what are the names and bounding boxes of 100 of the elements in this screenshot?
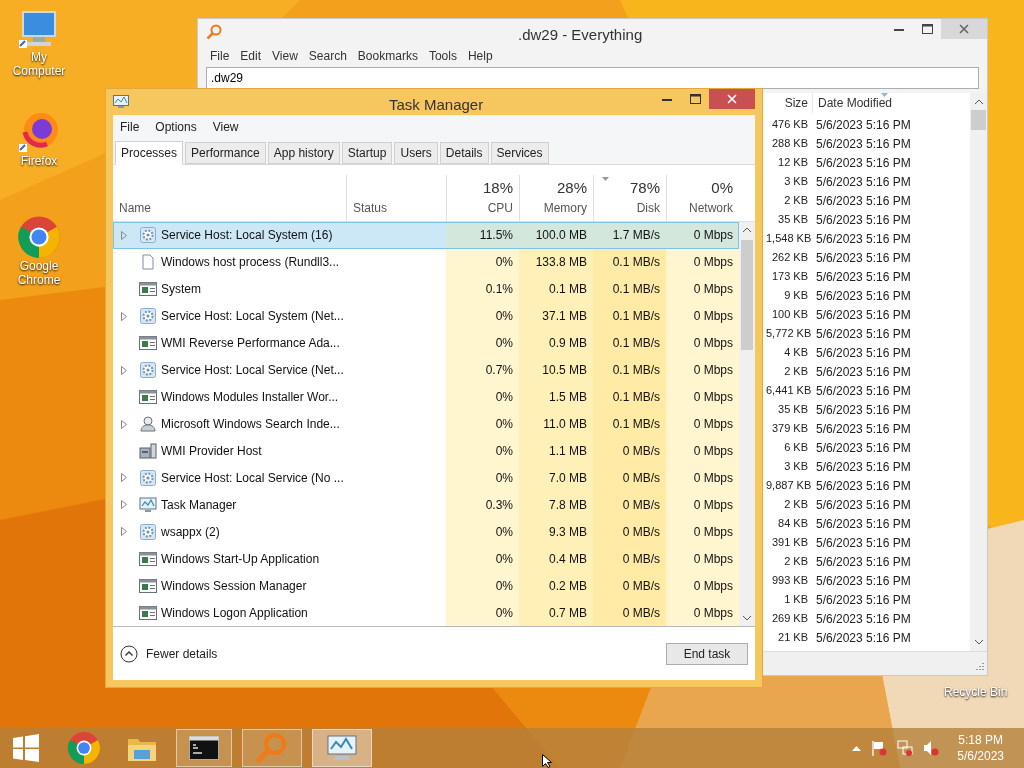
mouse-cursor-icon — [542, 754, 554, 768]
process-row[interactable]: Windows Start-Up Application 0% 0.4 MB 0 MB/s 0 Mbps — [113, 545, 739, 573]
process-row[interactable]: Service Host: Local Service (Net... 0.7% 10.5 MB 0.1 MB/s 0 Mbps — [113, 356, 739, 384]
column-header[interactable]: 0% Network — [666, 175, 739, 221]
process-row[interactable]: wsappx (2) 0% 9.3 MB 0 MB/s 0 Mbps — [113, 518, 739, 546]
muted-speaker-icon[interactable] — [923, 740, 940, 756]
metric-cell-text: 0.2 MB — [549, 577, 587, 595]
tab[interactable]: Services — [490, 142, 549, 164]
network-icon[interactable] — [897, 740, 914, 756]
tab[interactable]: Users — [394, 142, 438, 164]
taskbar-button[interactable] — [176, 729, 232, 767]
search-field[interactable]: .dw29 — [206, 67, 979, 89]
size-cell-text: 262 KB — [770, 250, 809, 266]
date-cell-text: 5/6/2023 5:16 PM — [815, 325, 911, 343]
tab[interactable]: Startup — [341, 142, 393, 164]
flag-icon[interactable] — [871, 740, 888, 756]
process-row[interactable]: Service Host: Local System (Net... 0% 37.1 MB 0.1 MB/s 0 Mbps — [113, 302, 739, 330]
metric-cell-text: 0 Mbps — [693, 416, 733, 434]
window-icon — [139, 605, 157, 620]
metric-cell-text: 0.9 MB — [549, 335, 587, 353]
menu-item[interactable]: Edit — [240, 47, 262, 65]
window-icon — [139, 336, 157, 351]
metric-cell-text: 0.1% — [485, 281, 513, 299]
size-cell-text: 6,441 KB — [766, 383, 810, 399]
process-row[interactable]: Task Manager 0.3% 7.8 MB 0 MB/s 0 Mbps — [113, 491, 739, 519]
metric-cell-text: 0% — [495, 254, 513, 272]
expand-arrow-icon[interactable] — [121, 473, 127, 483]
size-cell-text: 9,887 KB — [766, 478, 810, 494]
size-cell-text: 2 KB — [783, 364, 809, 380]
metric-cell-text: 0 Mbps — [693, 335, 733, 353]
scrollbar[interactable] — [970, 93, 987, 651]
caret-up-icon[interactable] — [852, 745, 862, 751]
menu-item[interactable]: Search — [308, 47, 347, 65]
tab[interactable]: App history — [267, 142, 340, 164]
end-task-button[interactable]: End task — [666, 642, 748, 665]
menu-item[interactable]: View — [212, 118, 239, 136]
process-row[interactable]: Windows host process (Rundll3... 0% 133.8 MB 0.1 MB/s 0 Mbps — [113, 248, 739, 276]
process-row[interactable]: Windows Session Manager 0% 0.2 MB 0 MB/s 0 Mbps — [113, 572, 739, 600]
process-row[interactable]: Service Host: Local Service (No ... 0% 7.0 MB 0 MB/s 0 Mbps — [113, 464, 739, 492]
expand-arrow-icon[interactable] — [121, 311, 127, 321]
expand-arrow-icon[interactable] — [121, 527, 127, 537]
minimize-icon — [894, 27, 904, 31]
date-cell-text: 5/6/2023 5:16 PM — [815, 496, 911, 514]
process-name: Windows host process (Rundll3... — [161, 254, 340, 272]
expand-arrow-icon[interactable] — [121, 500, 127, 510]
metric-cell-text: 0.1 MB/s — [612, 308, 660, 326]
menu-item[interactable]: Help — [467, 47, 493, 65]
column-header[interactable]: 18% CPU — [446, 175, 519, 221]
menu-item[interactable]: Options — [155, 118, 197, 136]
tab[interactable]: Performance — [185, 142, 266, 164]
scroll-thumb[interactable] — [741, 240, 753, 350]
column-header[interactable]: Status — [346, 175, 446, 221]
fewer-details-button[interactable]: Fewer details — [120, 644, 218, 663]
metric-cell-text: 7.0 MB — [549, 469, 587, 487]
expand-arrow-icon[interactable] — [121, 230, 127, 240]
resize-grip-icon[interactable] — [974, 662, 984, 672]
process-name: Microsoft Windows Search Inde... — [161, 416, 340, 434]
metric-cell-text: 100.0 MB — [535, 227, 587, 245]
size-cell-text: 269 KB — [770, 611, 809, 627]
date-cell-text: 5/6/2023 5:16 PM — [815, 477, 911, 495]
metric-cell-text: 0% — [495, 550, 513, 568]
column-header[interactable]: 28% Memory — [519, 175, 593, 221]
metric-cell-text: 133.8 MB — [535, 254, 587, 272]
process-name: Task Manager — [161, 496, 237, 514]
window-icon — [139, 578, 157, 593]
menu-item[interactable]: File — [120, 118, 140, 136]
date-cell-text: 5/6/2023 5:16 PM — [815, 591, 911, 609]
column-label: CPU — [487, 200, 513, 217]
process-row[interactable]: Windows Logon Application 0% 0.7 MB 0 MB/s 0 Mbps — [113, 599, 739, 626]
metric-cell-text: 0 Mbps — [693, 254, 733, 272]
process-row[interactable]: WMI Reverse Performance Ada... 0% 0.9 MB 0.1 MB/s 0 Mbps — [113, 329, 739, 357]
scroll-thumb[interactable] — [971, 110, 986, 130]
size-cell-text: 35 KB — [777, 402, 809, 418]
process-row[interactable]: Service Host: Local System (16) 11.5% 100.0 MB 1.7 MB/s 0 Mbps — [113, 222, 739, 249]
tab[interactable]: Processes — [115, 141, 184, 165]
column-header[interactable]: Size — [762, 93, 812, 113]
menu-item[interactable]: File — [210, 47, 230, 65]
window-title: .dw29 - Everything — [518, 25, 643, 45]
tab[interactable]: Details — [439, 142, 489, 164]
expand-arrow-icon[interactable] — [121, 365, 127, 375]
menu-item[interactable]: View — [272, 47, 298, 65]
column-header[interactable]: 78% Disk — [593, 175, 666, 221]
column-header[interactable]: Name — [113, 175, 346, 221]
date-cell-text: 5/6/2023 5:16 PM — [815, 192, 911, 210]
process-row[interactable]: System 0.1% 0.1 MB 0.1 MB/s 0 Mbps — [113, 275, 739, 303]
menu-item[interactable]: Tools — [428, 47, 457, 65]
date-cell-text: 5/6/2023 5:16 PM — [815, 135, 911, 153]
expand-arrow-icon[interactable] — [121, 419, 127, 429]
menu-item[interactable]: Bookmarks — [357, 47, 418, 65]
size-cell-text: 476 KB — [770, 117, 809, 133]
metric-cell-text: 0.1 MB/s — [612, 389, 660, 407]
process-row[interactable]: WMI Provider Host 0% 1.1 MB 0 MB/s 0 Mbps — [113, 437, 739, 465]
size-cell-text: 35 KB — [777, 212, 809, 228]
column-header[interactable]: Date Modified — [812, 93, 952, 113]
process-row[interactable]: Windows Modules Installer Wor... 0% 1.5 MB 0.1 MB/s 0 Mbps — [113, 383, 739, 411]
metric-cell-text: 0% — [495, 308, 513, 326]
metric-cell-text: 0.7% — [485, 362, 513, 380]
process-row[interactable]: Microsoft Windows Search Inde... 0% 11.0 MB 0.1 MB/s 0 Mbps — [113, 410, 739, 438]
scrollbar[interactable] — [739, 222, 755, 626]
date-cell-text: 5/6/2023 5:16 PM — [815, 249, 911, 267]
